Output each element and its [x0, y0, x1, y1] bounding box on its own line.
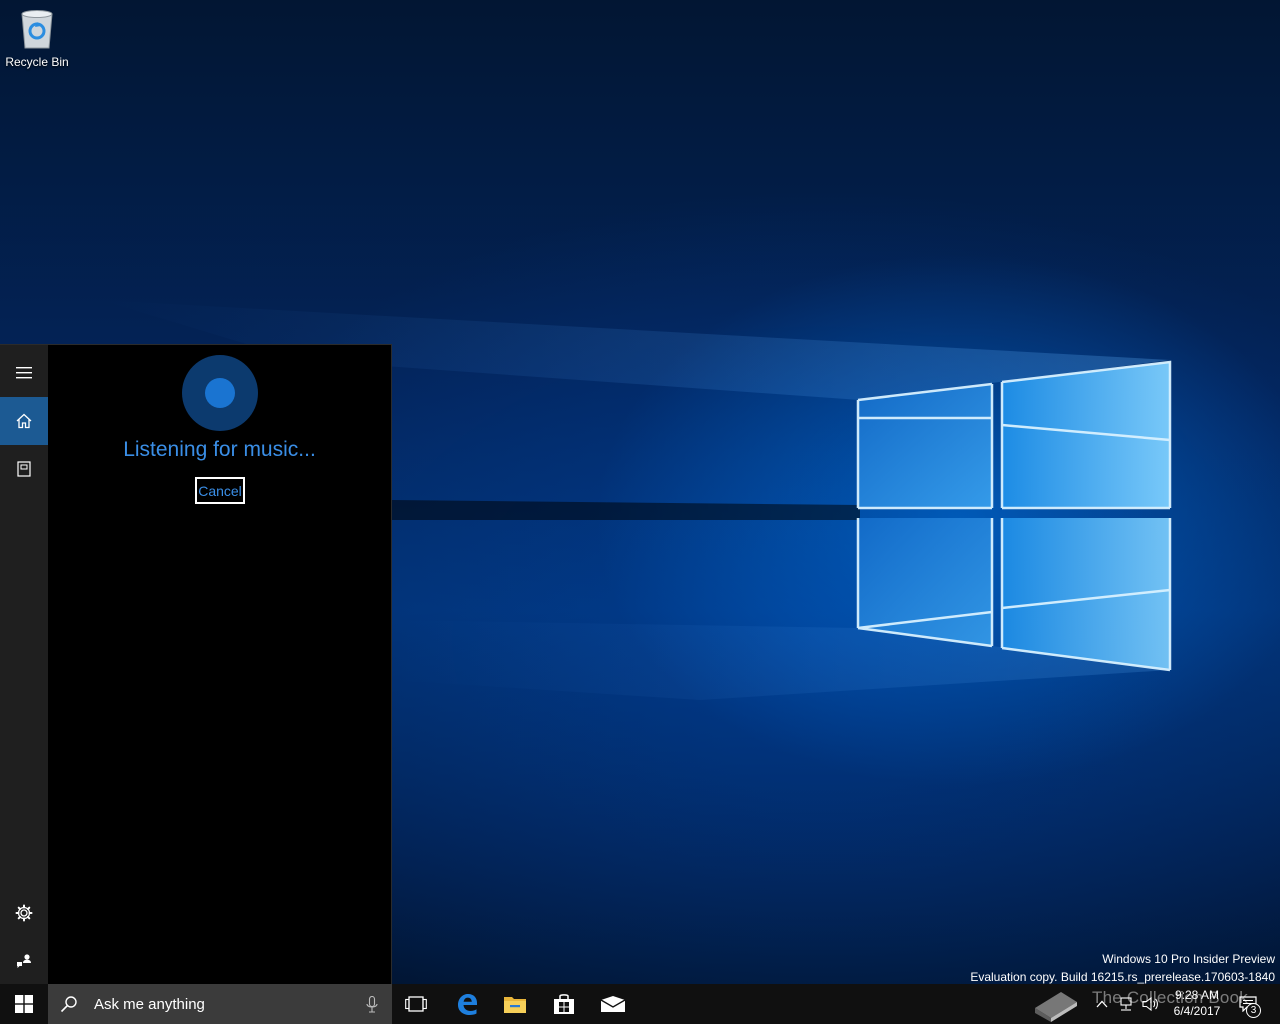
speaker-icon	[1142, 996, 1158, 1012]
chevron-up-icon	[1096, 1000, 1108, 1008]
volume-button[interactable]	[1140, 984, 1162, 1024]
notebook-icon	[17, 461, 31, 477]
edge-icon	[458, 994, 477, 1015]
cortana-panel: Listening for music... Cancel	[0, 344, 392, 985]
search-placeholder: Ask me anything	[94, 995, 205, 1013]
overlay-book-logo	[1030, 984, 1082, 1024]
watermark-line-2: Evaluation copy. Build 16215.rs_prerelea…	[970, 970, 1275, 984]
clock-date: 6/4/2017	[1173, 1004, 1221, 1018]
clock[interactable]: 9:28 AM 6/4/2017	[1167, 987, 1227, 1019]
clock-time: 9:28 AM	[1174, 988, 1220, 1002]
task-view-icon	[405, 996, 427, 1012]
task-view-button[interactable]	[396, 984, 436, 1024]
search-icon	[60, 996, 77, 1013]
notification-count-badge: 3	[1246, 1003, 1261, 1018]
home-button[interactable]	[0, 397, 48, 445]
gear-icon	[15, 904, 33, 922]
mail-button[interactable]	[593, 984, 633, 1024]
cancel-button[interactable]: Cancel	[195, 477, 245, 504]
mail-icon	[600, 996, 626, 1012]
microphone-icon[interactable]	[366, 996, 378, 1013]
cortana-status-text: Listening for music...	[123, 438, 316, 461]
search-box[interactable]: Ask me anything	[48, 984, 392, 1024]
cortana-nav-rail	[0, 345, 48, 985]
recycle-bin-icon	[21, 10, 53, 49]
hamburger-menu-icon	[16, 367, 32, 379]
watermark-line-1: Windows 10 Pro Insider Preview	[1102, 952, 1275, 966]
home-icon	[16, 413, 32, 429]
network-button[interactable]	[1116, 984, 1136, 1024]
hamburger-menu-button[interactable]	[0, 349, 48, 397]
network-icon	[1120, 997, 1132, 1011]
start-button[interactable]	[0, 984, 48, 1024]
book-logo-icon	[1035, 992, 1077, 1022]
desktop-icon-label: Recycle Bin	[5, 55, 69, 69]
settings-button[interactable]	[0, 889, 48, 937]
file-explorer-icon	[504, 997, 526, 1013]
edge-button[interactable]	[447, 984, 487, 1024]
feedback-icon	[17, 954, 31, 968]
file-explorer-button[interactable]	[495, 984, 535, 1024]
cortana-listening-circle	[182, 355, 258, 431]
store-button[interactable]	[544, 984, 584, 1024]
show-hidden-icons-button[interactable]	[1092, 984, 1112, 1024]
store-icon	[554, 994, 574, 1014]
windows-logo-icon	[15, 995, 33, 1013]
feedback-button[interactable]	[0, 937, 48, 985]
taskbar: Ask me anything The Collection Book 9:28…	[0, 984, 1280, 1024]
evaluation-watermark: Windows 10 Pro Insider Preview Evaluatio…	[970, 950, 1275, 984]
desktop-icon-recycle-bin[interactable]: Recycle Bin	[4, 6, 70, 76]
cortana-dot	[205, 378, 235, 408]
cortana-content: Listening for music... Cancel	[48, 345, 391, 985]
notebook-button[interactable]	[0, 445, 48, 493]
